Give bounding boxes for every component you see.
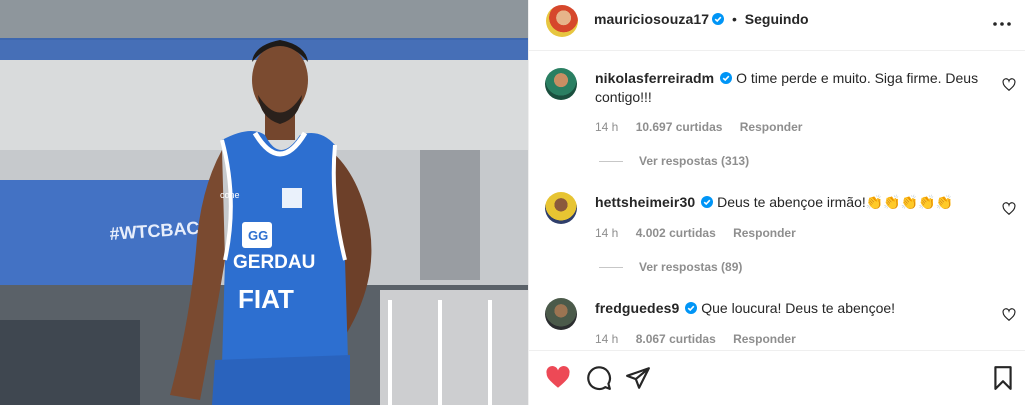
jersey-sponsor-1: GERDAU [233,252,315,273]
basketball-player-photo: #WTCBACZ GG GERDAU FIAT cone [0,0,528,405]
reply-button[interactable]: Responder [733,226,796,240]
verified-badge-icon [685,302,698,314]
verified-badge-icon [712,13,725,25]
commenter-avatar[interactable] [545,68,577,100]
view-replies-button[interactable]: Ver respostas (89) [599,260,742,274]
heart-outline-icon[interactable] [1002,78,1016,92]
following-button[interactable]: Seguindo [745,11,809,27]
view-replies-label: Ver respostas (89) [639,260,743,274]
comment-meta: 14 h 4.002 curtidas Responder [595,226,810,240]
reply-button[interactable]: Responder [740,120,803,134]
commenter-avatar[interactable] [545,192,577,224]
jersey-logo-text: GG [248,228,268,243]
verified-badge-icon [701,196,714,208]
author-avatar[interactable] [546,5,578,37]
commenter-username[interactable]: fredguedes9 [595,300,679,316]
comment-time[interactable]: 14 h [595,120,618,134]
heart-outline-icon[interactable] [1002,202,1016,216]
view-replies-button[interactable]: Ver respostas (313) [599,154,749,168]
commenter-username[interactable]: hettsheimeir30 [595,194,695,210]
comment-meta: 14 h 10.697 curtidas Responder [595,120,816,134]
post-actions-bar [529,350,1025,405]
heart-outline-icon[interactable] [1002,308,1016,322]
comment-meta: 14 h 8.067 curtidas Responder [595,332,810,346]
bookmark-icon[interactable] [990,365,1016,391]
comment-body: Que loucura! Deus te abençoe! [701,300,896,316]
comments-list[interactable]: nikolasferreiradm O time perde e muito. … [529,52,1025,349]
verified-badge-icon [720,72,733,84]
post-header: mauriciosouza17 • Seguindo [529,0,1025,51]
paper-plane-icon[interactable] [625,365,651,391]
jersey-maker: cone [220,190,240,200]
comment-likes[interactable]: 10.697 curtidas [636,120,723,134]
jersey-sponsor-2: FIAT [238,284,294,314]
comment-text: hettsheimeir30 Deus te abençoe irmão!👏👏👏… [595,193,985,212]
comment-text: fredguedes9 Que loucura! Deus te abençoe… [595,299,985,318]
commenter-avatar[interactable] [545,298,577,330]
post-photo[interactable]: #WTCBACZ GG GERDAU FIAT cone [0,0,528,405]
comment-time[interactable]: 14 h [595,332,618,346]
heart-filled-icon[interactable] [545,365,571,391]
replies-divider [599,267,623,269]
author-username[interactable]: mauriciosouza17 [594,11,709,27]
comment-body: Deus te abençoe irmão!👏👏👏👏👏 [717,194,953,210]
comment-time[interactable]: 14 h [595,226,618,240]
comment-bubble-icon[interactable] [586,365,612,391]
header-separator: • [732,11,737,27]
comment-likes[interactable]: 8.067 curtidas [636,332,716,346]
author-line: mauriciosouza17 • Seguindo [594,11,809,27]
comment-text: nikolasferreiradm O time perde e muito. … [595,69,985,107]
comment-likes[interactable]: 4.002 curtidas [636,226,716,240]
commenter-username[interactable]: nikolasferreiradm [595,70,714,86]
more-options-icon[interactable] [991,13,1013,35]
replies-divider [599,161,623,163]
reply-button[interactable]: Responder [733,332,796,346]
post-side-panel: mauriciosouza17 • Seguindo nikolasferrei… [528,0,1025,405]
view-replies-label: Ver respostas (313) [639,154,750,168]
